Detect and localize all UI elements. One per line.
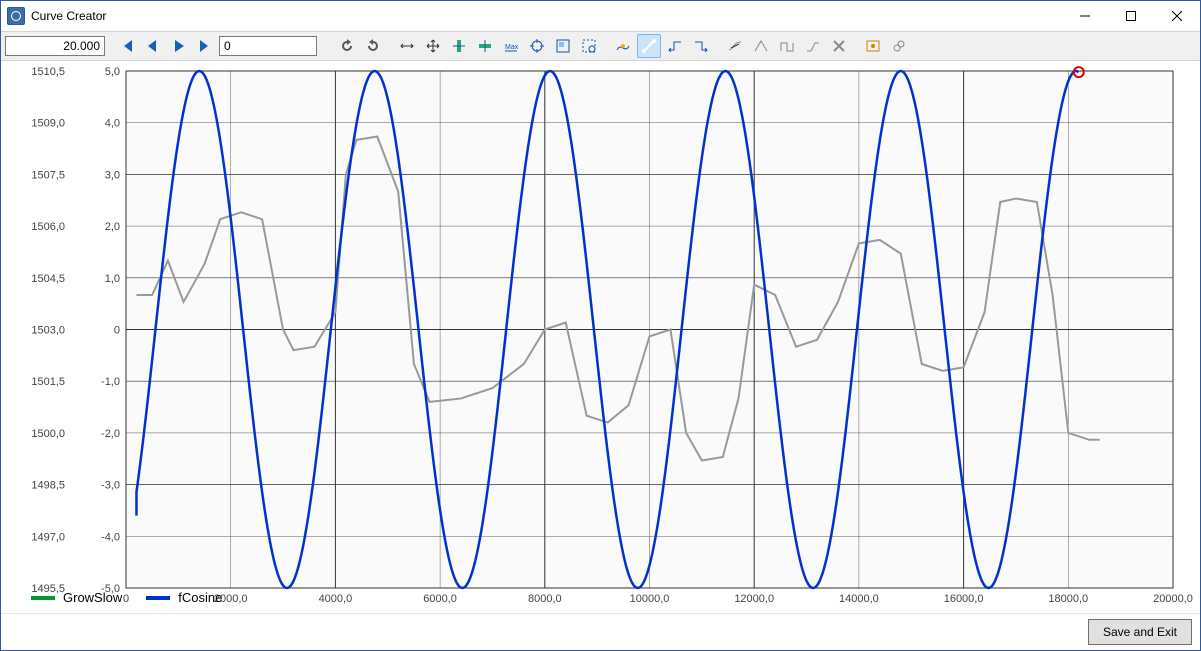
ramp-icon[interactable] [801,34,825,58]
svg-text:14000,0: 14000,0 [839,593,879,605]
chart-canvas[interactable]: 02000,04000,06000,08000,010000,012000,01… [1,61,1198,616]
move-h-icon[interactable] [395,34,419,58]
svg-text:4000,0: 4000,0 [319,593,353,605]
last-icon[interactable] [193,34,217,58]
svg-text:16000,0: 16000,0 [944,593,984,605]
svg-text:5,0: 5,0 [105,66,120,78]
link-icon[interactable] [887,34,911,58]
svg-text:1500,0: 1500,0 [31,428,65,440]
svg-text:1504,5: 1504,5 [31,273,65,285]
legend: GrowSlow fCosine [31,590,222,605]
time-input[interactable] [5,36,105,56]
svg-text:20000,0: 20000,0 [1153,593,1193,605]
legend-label: GrowSlow [63,590,122,605]
step-next-icon[interactable] [689,34,713,58]
app-window: Curve Creator 0Max 02000,04000,06000,080… [0,0,1201,651]
svg-text:1509,0: 1509,0 [31,118,65,130]
minimize-button[interactable] [1062,1,1108,31]
svg-text:Max: Max [505,44,519,51]
line-tool-icon[interactable] [637,34,661,58]
delete-icon[interactable] [827,34,851,58]
play-icon[interactable] [167,34,191,58]
svg-text:1501,5: 1501,5 [31,376,65,388]
zoom-region-icon[interactable] [577,34,601,58]
window-title: Curve Creator [31,9,1062,23]
toolbar: 0 Max [1,32,1200,61]
legend-item-growslow[interactable]: GrowSlow [31,590,122,605]
zoom-x-icon[interactable] [473,34,497,58]
close-button[interactable] [1154,1,1200,31]
chart-area[interactable]: 02000,04000,06000,08000,010000,012000,01… [1,61,1200,613]
svg-text:10000,0: 10000,0 [630,593,670,605]
zoom-y-icon[interactable] [447,34,471,58]
svg-text:6000,0: 6000,0 [423,593,457,605]
zoom-fit-icon[interactable]: Max [499,34,523,58]
square-icon[interactable] [775,34,799,58]
svg-text:-2,0: -2,0 [101,428,120,440]
settings-icon[interactable] [861,34,885,58]
svg-text:12000,0: 12000,0 [734,593,774,605]
frame-slider[interactable]: 0 [219,36,317,56]
svg-text:0: 0 [114,325,120,337]
save-and-exit-button[interactable]: Save and Exit [1088,619,1192,645]
svg-text:1,0: 1,0 [105,273,120,285]
legend-item-fcosine[interactable]: fCosine [146,590,222,605]
first-icon[interactable] [115,34,139,58]
maximize-button[interactable] [1108,1,1154,31]
svg-text:1503,0: 1503,0 [31,325,65,337]
svg-text:4,0: 4,0 [105,118,120,130]
refresh-icon[interactable] [335,34,359,58]
undo-icon[interactable] [361,34,385,58]
svg-text:3,0: 3,0 [105,169,120,181]
move-free-icon[interactable] [421,34,445,58]
step-prev-icon[interactable] [663,34,687,58]
legend-label: fCosine [178,590,222,605]
svg-text:1506,0: 1506,0 [31,221,65,233]
svg-text:-1,0: -1,0 [101,376,120,388]
legend-swatch [31,596,55,600]
app-icon [7,7,25,25]
svg-text:-3,0: -3,0 [101,480,120,492]
zoom-window-icon[interactable] [551,34,575,58]
footer: Save and Exit [1,613,1200,650]
titlebar: Curve Creator [1,1,1200,32]
svg-text:-4,0: -4,0 [101,531,120,543]
svg-text:8000,0: 8000,0 [528,593,562,605]
target-icon[interactable] [525,34,549,58]
svg-text:1507,5: 1507,5 [31,169,65,181]
prev-icon[interactable] [141,34,165,58]
tangent-icon[interactable] [723,34,747,58]
legend-swatch [146,596,170,600]
svg-text:2,0: 2,0 [105,221,120,233]
svg-text:18000,0: 18000,0 [1048,593,1088,605]
svg-text:1510,5: 1510,5 [31,66,65,78]
svg-text:1497,0: 1497,0 [31,531,65,543]
svg-text:1498,5: 1498,5 [31,480,65,492]
edit-curve-icon[interactable] [611,34,635,58]
peak-icon[interactable] [749,34,773,58]
